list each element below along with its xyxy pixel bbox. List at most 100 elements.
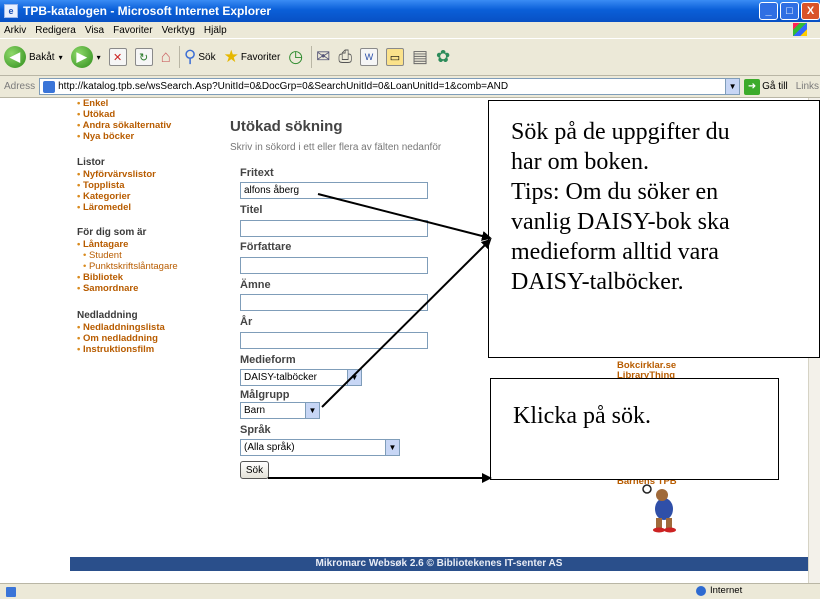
home-icon[interactable]: ⌂ (161, 48, 171, 66)
window-controls: _ □ X (759, 2, 820, 20)
forfattare-input[interactable] (240, 257, 428, 274)
menu-hjalp[interactable]: Hjälp (204, 25, 227, 36)
nav-samordnare[interactable]: Samordnare (77, 283, 217, 294)
ar-input[interactable] (240, 332, 428, 349)
stop-icon[interactable]: ✕ (108, 48, 127, 66)
go-arrow-icon: ➜ (744, 78, 761, 95)
refresh-icon[interactable]: ↻ (134, 48, 153, 66)
toolbar-separator (178, 46, 180, 68)
medieform-label: Medieform (240, 354, 296, 366)
edit-icon[interactable]: W (359, 48, 378, 66)
menu-verktyg[interactable]: Verktyg (162, 25, 195, 36)
intro-text: Skriv in sökord i ett eller flera av fäl… (230, 142, 442, 153)
menu-redigera[interactable]: Redigera (35, 25, 76, 36)
page-title: Utökad sökning (230, 118, 343, 135)
nav-topplista[interactable]: Topplista (77, 180, 217, 191)
nav-kategorier[interactable]: Kategorier (77, 191, 217, 202)
history-icon[interactable]: ◷ (288, 48, 303, 66)
malgrupp-value: Barn (244, 405, 266, 416)
page-footer: Mikromarc Websøk 2.6 © Bibliotekenes IT-… (70, 557, 808, 571)
nav-om-nedladdning[interactable]: Om nedladdning (77, 333, 217, 344)
nav-laromedel[interactable]: Läromedel (77, 202, 217, 213)
status-bar: Internet (0, 583, 820, 599)
back-button[interactable]: ◀ Bakåt ▾ (4, 46, 63, 68)
search-icon: ⚲ (183, 47, 197, 66)
nav-nedladdningslista[interactable]: Nedladdningslista (77, 322, 217, 333)
address-url: http://katalog.tpb.se/wsSearch.Asp?UnitI… (58, 81, 509, 92)
nav-utokad[interactable]: Utökad (77, 109, 217, 120)
security-zone: Internet (696, 585, 742, 596)
forward-button[interactable]: ▶ ▾ (70, 46, 101, 68)
address-input[interactable]: http://katalog.tpb.se/wsSearch.Asp?UnitI… (39, 78, 741, 95)
page-icon (6, 586, 16, 597)
mail-icon[interactable]: ✉ (316, 48, 330, 66)
titel-label: Titel (240, 204, 263, 216)
sprak-value: (Alla språk) (244, 442, 295, 453)
back-arrow-icon: ◀ (4, 46, 26, 68)
chevron-down-icon: ▼ (347, 370, 361, 385)
toolbar-separator (311, 46, 313, 68)
menu-visa[interactable]: Visa (85, 25, 104, 36)
chevron-down-icon: ▼ (305, 403, 319, 418)
fritext-input[interactable]: alfons åberg (240, 182, 428, 199)
amne-label: Ämne (240, 279, 271, 291)
medieform-select[interactable]: DAISY-talböcker ▼ (240, 369, 362, 386)
address-label: Adress (4, 81, 36, 92)
nav-lantagare[interactable]: Låntagare (77, 239, 217, 250)
maximize-button[interactable]: □ (780, 2, 799, 20)
nav-punktskriftslantagare[interactable]: Punktskriftslåntagare (77, 261, 217, 272)
dropdown-icon: ▾ (58, 52, 63, 62)
minimize-button[interactable]: _ (759, 2, 778, 20)
menu-bar: Arkiv Redigera Visa Favoriter Verktyg Hj… (0, 22, 820, 38)
malgrupp-label: Målgrupp (240, 389, 290, 401)
nav-nyforvarvslistor[interactable]: Nyförvärvslistor (77, 169, 217, 180)
star-icon: ★ (223, 47, 239, 66)
forward-arrow-icon: ▶ (70, 46, 93, 68)
print-icon[interactable]: ⎙ (338, 48, 352, 66)
globe-icon (696, 585, 706, 596)
callout-search-tips: Sök på de uppgifter du har om boken. Tip… (488, 100, 820, 358)
page-icon (43, 80, 56, 93)
titel-input[interactable] (240, 220, 428, 237)
nav-instruktionsfilm[interactable]: Instruktionsfilm (77, 344, 217, 355)
go-button[interactable]: ➜ Gå till (744, 78, 788, 95)
callout-line: Tips: Om du söker en (511, 179, 719, 205)
callout-line: vanlig DAISY-bok ska (511, 209, 730, 235)
callout-line: Sök på de uppgifter du (511, 119, 730, 145)
callout-line: har om boken. (511, 149, 649, 175)
window-title: TPB-katalogen - Microsoft Internet Explo… (23, 4, 272, 18)
links-button[interactable]: Links (796, 81, 819, 92)
nav-nya-bocker[interactable]: Nya böcker (77, 131, 217, 142)
folder-icon[interactable]: ▭ (385, 48, 404, 66)
sprak-select[interactable]: (Alla språk) ▼ (240, 439, 400, 456)
dropdown-icon: ▾ (96, 52, 101, 62)
nav-heading-listor: Listor (77, 157, 105, 168)
nav-enkel[interactable]: Enkel (77, 98, 217, 109)
sprak-label: Språk (240, 424, 271, 436)
search-button[interactable]: ⚲ Sök (184, 48, 216, 66)
nav-student[interactable]: Student (77, 250, 217, 261)
zone-label: Internet (710, 585, 743, 596)
favorites-button[interactable]: ★ Favoriter (224, 48, 281, 66)
nav-heading-nedladdning: Nedladdning (77, 310, 138, 321)
malgrupp-select[interactable]: Barn ▼ (240, 402, 320, 419)
menu-arkiv[interactable]: Arkiv (4, 25, 26, 36)
ar-label: År (240, 316, 253, 328)
toolbar: ◀ Bakåt ▾ ▶ ▾ ✕ ↻ ⌂ ⚲ Sök ★ Favoriter ◷ … (0, 38, 820, 76)
research-icon[interactable]: ▤ (412, 48, 428, 66)
close-button[interactable]: X (801, 2, 820, 20)
left-navigation: Enkel Utökad Andra sökalternativ Nya böc… (77, 98, 217, 355)
forfattare-label: Författare (240, 241, 292, 253)
medieform-value: DAISY-talböcker (244, 372, 317, 383)
chevron-down-icon[interactable]: ▼ (725, 79, 740, 94)
title-bar: e TPB-katalogen - Microsoft Internet Exp… (0, 0, 820, 22)
menu-favoriter[interactable]: Favoriter (113, 25, 152, 36)
nav-andra-sokalternativ[interactable]: Andra sökalternativ (77, 120, 217, 131)
amne-input[interactable] (240, 294, 428, 311)
search-submit-button[interactable]: Sök (240, 461, 269, 479)
back-label: Bakåt (29, 51, 55, 63)
search-label: Sök (198, 51, 216, 63)
callout-line: DAISY-talböcker. (511, 269, 684, 295)
messenger-icon[interactable]: ✿ (436, 48, 450, 66)
nav-bibliotek[interactable]: Bibliotek (77, 272, 217, 283)
